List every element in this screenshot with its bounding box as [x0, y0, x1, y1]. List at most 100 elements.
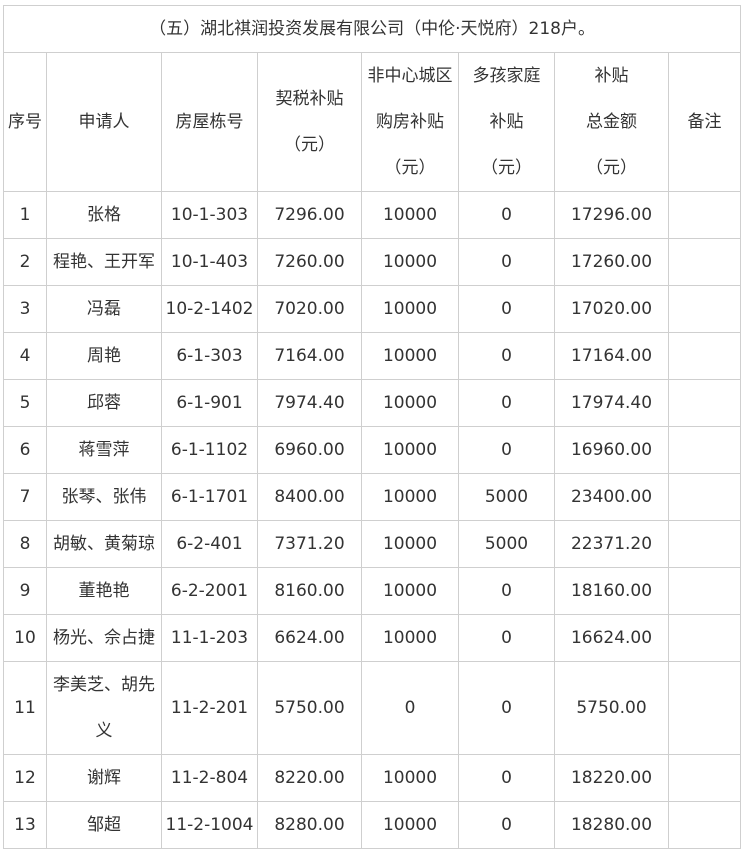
cell-applicant: 邹超	[46, 801, 162, 849]
cell-deed-tax: 7296.00	[257, 191, 362, 239]
cell-deed-tax: 6624.00	[257, 614, 362, 662]
applicant-line: 杨光、佘占捷	[53, 628, 155, 648]
cell-deed-tax: 8220.00	[257, 754, 362, 802]
cell-note	[667, 285, 742, 333]
header-total: 补贴 总金额 （元）	[554, 52, 669, 192]
table-title: （五）湖北祺润投资发展有限公司（中伦·天悦府）218户。	[2, 5, 742, 53]
header-line: 总金额	[586, 112, 637, 132]
header-line: 序号	[8, 112, 42, 132]
cell-deed-tax: 5750.00	[257, 661, 362, 755]
header-line: （元）	[586, 158, 637, 178]
header-no: 序号	[3, 52, 47, 192]
cell-total: 23400.00	[554, 473, 669, 521]
header-deed-tax: 契税补贴 （元）	[257, 52, 362, 192]
cell-total: 18280.00	[554, 801, 669, 849]
cell-no: 13	[3, 801, 47, 849]
header-line: 备注	[687, 112, 722, 132]
cell-unit: 10-1-403	[161, 238, 258, 286]
cell-unit: 6-1-303	[161, 332, 258, 380]
cell-applicant: 董艳艳	[46, 567, 162, 615]
cell-no: 4	[3, 332, 47, 380]
header-line: 多孩家庭	[472, 66, 541, 86]
table-row: 4 周艳 6-1-303 7164.00 10000 0 17164.00	[3, 332, 742, 380]
applicant-line: 邱蓉	[87, 393, 121, 413]
cell-unit: 10-1-303	[161, 191, 258, 239]
cell-unit: 6-2-401	[161, 520, 258, 568]
cell-no: 3	[3, 285, 47, 333]
cell-note	[667, 473, 742, 521]
header-line: 补贴	[489, 112, 524, 132]
cell-applicant: 杨光、佘占捷	[46, 614, 162, 662]
cell-unit: 6-1-901	[161, 379, 258, 427]
cell-non-center: 10000	[361, 473, 459, 521]
cell-non-center: 10000	[361, 754, 459, 802]
header-line: 购房补贴	[376, 112, 444, 132]
cell-applicant: 胡敏、黄菊琼	[46, 520, 162, 568]
cell-applicant: 谢辉	[46, 754, 162, 802]
cell-total: 17974.40	[554, 379, 669, 427]
cell-unit: 6-2-2001	[161, 567, 258, 615]
cell-non-center: 10000	[361, 567, 459, 615]
cell-non-center: 10000	[361, 614, 459, 662]
table-row: 13 邹超 11-2-1004 8280.00 10000 0 18280.00	[3, 801, 742, 849]
cell-no: 6	[3, 426, 47, 474]
table-body: 1 张格 10-1-303 7296.00 10000 0 17296.00 2 程艳、王开军 1…	[3, 191, 742, 849]
cell-multi-child: 0	[458, 238, 555, 286]
table-row: 6 蒋雪萍 6-1-1102 6960.00 10000 0 16960.00	[3, 426, 742, 474]
cell-multi-child: 0	[458, 614, 555, 662]
table-row: 10 杨光、佘占捷 11-1-203 6624.00 10000 0 16624.00	[3, 614, 742, 662]
cell-unit: 11-2-1004	[161, 801, 258, 849]
header-line: （元）	[284, 135, 335, 155]
table-row: 8 胡敏、黄菊琼 6-2-401 7371.20 10000 5000 22371.20	[3, 520, 742, 568]
cell-no: 11	[3, 661, 47, 755]
cell-no: 10	[3, 614, 47, 662]
cell-total: 17164.00	[554, 332, 669, 380]
applicant-line: 张格	[87, 205, 121, 225]
cell-non-center: 10000	[361, 379, 459, 427]
cell-deed-tax: 7371.20	[257, 520, 362, 568]
cell-multi-child: 0	[458, 285, 555, 333]
cell-no: 12	[3, 754, 47, 802]
applicant-line: 蒋雪萍	[78, 440, 130, 460]
cell-non-center: 0	[361, 661, 459, 755]
cell-applicant: 冯磊	[46, 285, 162, 333]
table-row: 2 程艳、王开军 10-1-403 7260.00 10000 0 17260.00	[3, 238, 742, 286]
cell-non-center: 10000	[361, 520, 459, 568]
table-row: 12 谢辉 11-2-804 8220.00 10000 0 18220.00	[3, 754, 742, 802]
cell-multi-child: 0	[458, 567, 555, 615]
cell-unit: 11-2-201	[161, 661, 258, 755]
cell-no: 7	[3, 473, 47, 521]
table-row: 1 张格 10-1-303 7296.00 10000 0 17296.00	[3, 191, 742, 239]
header-line: （元）	[384, 158, 436, 178]
applicant-line: 李美芝、胡先	[53, 675, 155, 695]
cell-applicant: 程艳、王开军	[46, 238, 162, 286]
cell-no: 1	[3, 191, 47, 239]
cell-no: 5	[3, 379, 47, 427]
cell-note	[667, 426, 742, 474]
header-line: 契税补贴	[275, 89, 344, 109]
applicant-line: 程艳、王开军	[53, 252, 155, 272]
cell-total: 5750.00	[554, 661, 669, 755]
cell-non-center: 10000	[361, 285, 459, 333]
cell-unit: 6-1-1701	[161, 473, 258, 521]
cell-multi-child: 0	[458, 801, 555, 849]
header-row: 序号 申请人 房屋栋号 契税补贴 （元） 非中心城区 购房补贴 （元） 多孩家庭 补贴 （元） 补贴总…	[3, 52, 742, 192]
cell-unit: 10-2-1402	[161, 285, 258, 333]
cell-applicant: 蒋雪萍	[46, 426, 162, 474]
applicant-line: 邹超	[87, 815, 121, 835]
cell-multi-child: 0	[458, 426, 555, 474]
cell-no: 9	[3, 567, 47, 615]
header-line: （元）	[481, 158, 532, 178]
cell-no: 2	[3, 238, 47, 286]
cell-deed-tax: 6960.00	[257, 426, 362, 474]
cell-deed-tax: 7020.00	[257, 285, 362, 333]
cell-deed-tax: 8280.00	[257, 801, 362, 849]
header-line: 房屋栋号	[175, 112, 244, 132]
header-multi-child: 多孩家庭补贴 （元）	[458, 52, 555, 192]
cell-note	[667, 332, 742, 380]
cell-unit: 6-1-1102	[161, 426, 258, 474]
cell-total: 18160.00	[554, 567, 669, 615]
table-row: 5 邱蓉 6-1-901 7974.40 10000 0 17974.40	[3, 379, 742, 427]
applicant-line: 董艳艳	[78, 581, 130, 601]
header-note: 备注	[667, 52, 742, 192]
